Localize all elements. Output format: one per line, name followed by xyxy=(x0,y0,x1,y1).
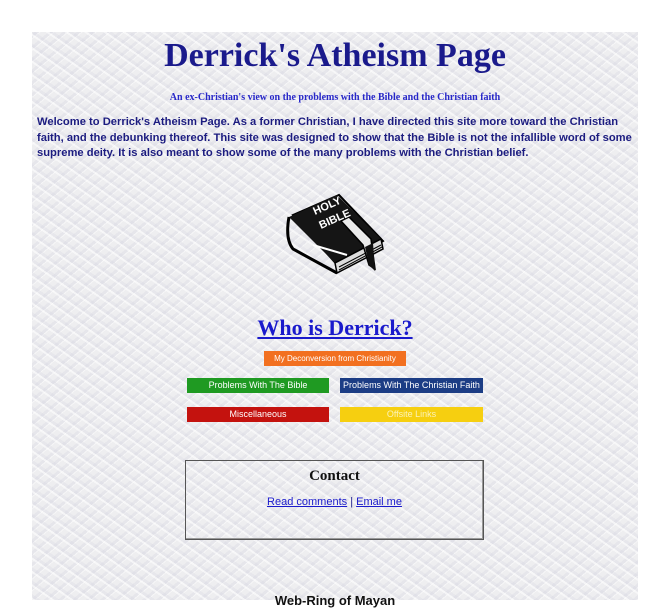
miscellaneous-button[interactable]: Miscellaneous xyxy=(187,407,329,422)
offsite-links-button[interactable]: Offsite Links xyxy=(340,407,483,422)
contact-links: Read comments | Email me xyxy=(186,496,483,508)
holy-bible-icon: HOLY BIBLE xyxy=(286,193,385,275)
page-subtitle: An ex-Christian's view on the problems w… xyxy=(169,92,501,103)
contact-box: Contact Read comments | Email me xyxy=(185,460,484,540)
deconversion-button[interactable]: My Deconversion from Christianity xyxy=(264,351,406,366)
who-is-derrick-heading: Who is Derrick? xyxy=(32,315,638,341)
read-comments-link[interactable]: Read comments xyxy=(267,496,347,508)
link-separator: | xyxy=(350,496,354,508)
webring-title: Web-Ring of Mayan xyxy=(274,593,396,608)
who-is-derrick-link[interactable]: Who is Derrick? xyxy=(257,315,412,340)
page-title: Derrick's Atheism Page xyxy=(164,37,506,74)
intro-paragraph: Welcome to Derrick's Atheism Page. As a … xyxy=(37,116,632,159)
problems-with-bible-button[interactable]: Problems With The Bible xyxy=(187,378,329,393)
email-me-link[interactable]: Email me xyxy=(356,496,402,508)
problems-with-faith-button[interactable]: Problems With The Christian Faith xyxy=(340,378,483,393)
contact-title: Contact xyxy=(309,468,360,484)
page-background: Derrick's Atheism Page An ex-Christian's… xyxy=(32,32,638,608)
